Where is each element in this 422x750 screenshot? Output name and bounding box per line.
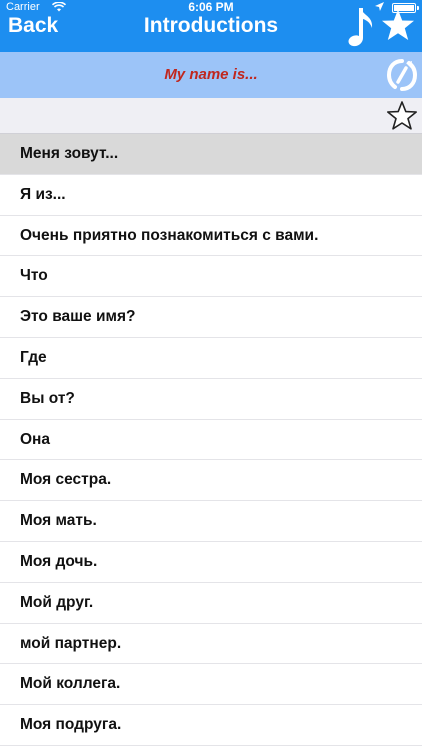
phrase-list: Меня зовут... Я из... Очень приятно позн…: [0, 134, 422, 746]
list-item-label: Это ваше имя?: [20, 308, 136, 326]
list-item[interactable]: Вы от?: [0, 378, 422, 420]
list-item-label: Моя сестра.: [20, 471, 112, 489]
list-item[interactable]: Это ваше имя?: [0, 297, 422, 338]
list-item[interactable]: Я из...: [0, 174, 422, 216]
list-item-label: Моя мать.: [20, 512, 97, 530]
list-item[interactable]: Мой друг.: [0, 582, 422, 624]
list-item-label: Моя дочь.: [20, 552, 98, 570]
list-item-label: Мой друг.: [20, 593, 94, 611]
phrase-header: My name is...: [0, 52, 422, 98]
music-note-icon[interactable]: [346, 6, 376, 48]
list-item-label: Очень приятно познакомиться с вами.: [20, 226, 319, 244]
navigation-bar: Carrier 6:06 PM Back Introductions: [0, 0, 422, 52]
list-item-label: Меня зовут...: [20, 145, 119, 162]
list-item[interactable]: Меня зовут...: [0, 134, 422, 175]
list-item[interactable]: Моя подруга.: [0, 705, 422, 746]
loop-icon[interactable]: [386, 58, 418, 92]
list-item[interactable]: Моя дочь.: [0, 541, 422, 583]
list-item-label: Где: [20, 348, 47, 366]
list-item[interactable]: Где: [0, 337, 422, 379]
star-outline-icon[interactable]: [386, 100, 418, 132]
star-icon[interactable]: [380, 8, 416, 44]
list-item-label: Вы от?: [20, 389, 75, 407]
list-item[interactable]: Мой коллега.: [0, 664, 422, 706]
list-item[interactable]: Моя сестра.: [0, 460, 422, 502]
list-item-label: мой партнер.: [20, 634, 122, 652]
toolbar-strip: [0, 98, 422, 134]
list-item[interactable]: мой партнер.: [0, 623, 422, 665]
list-item[interactable]: Что: [0, 256, 422, 298]
list-item[interactable]: Она: [0, 419, 422, 461]
list-item-label: Моя подруга.: [20, 716, 122, 734]
list-item[interactable]: Очень приятно познакомиться с вами.: [0, 215, 422, 257]
battery-cap: [417, 6, 419, 10]
list-item-label: Я из...: [20, 185, 66, 203]
list-item[interactable]: Моя мать.: [0, 501, 422, 542]
list-item-label: Мой коллега.: [20, 675, 121, 693]
list-item-label: Что: [20, 267, 48, 285]
list-item-label: Она: [20, 430, 51, 448]
english-phrase: My name is...: [164, 66, 258, 83]
